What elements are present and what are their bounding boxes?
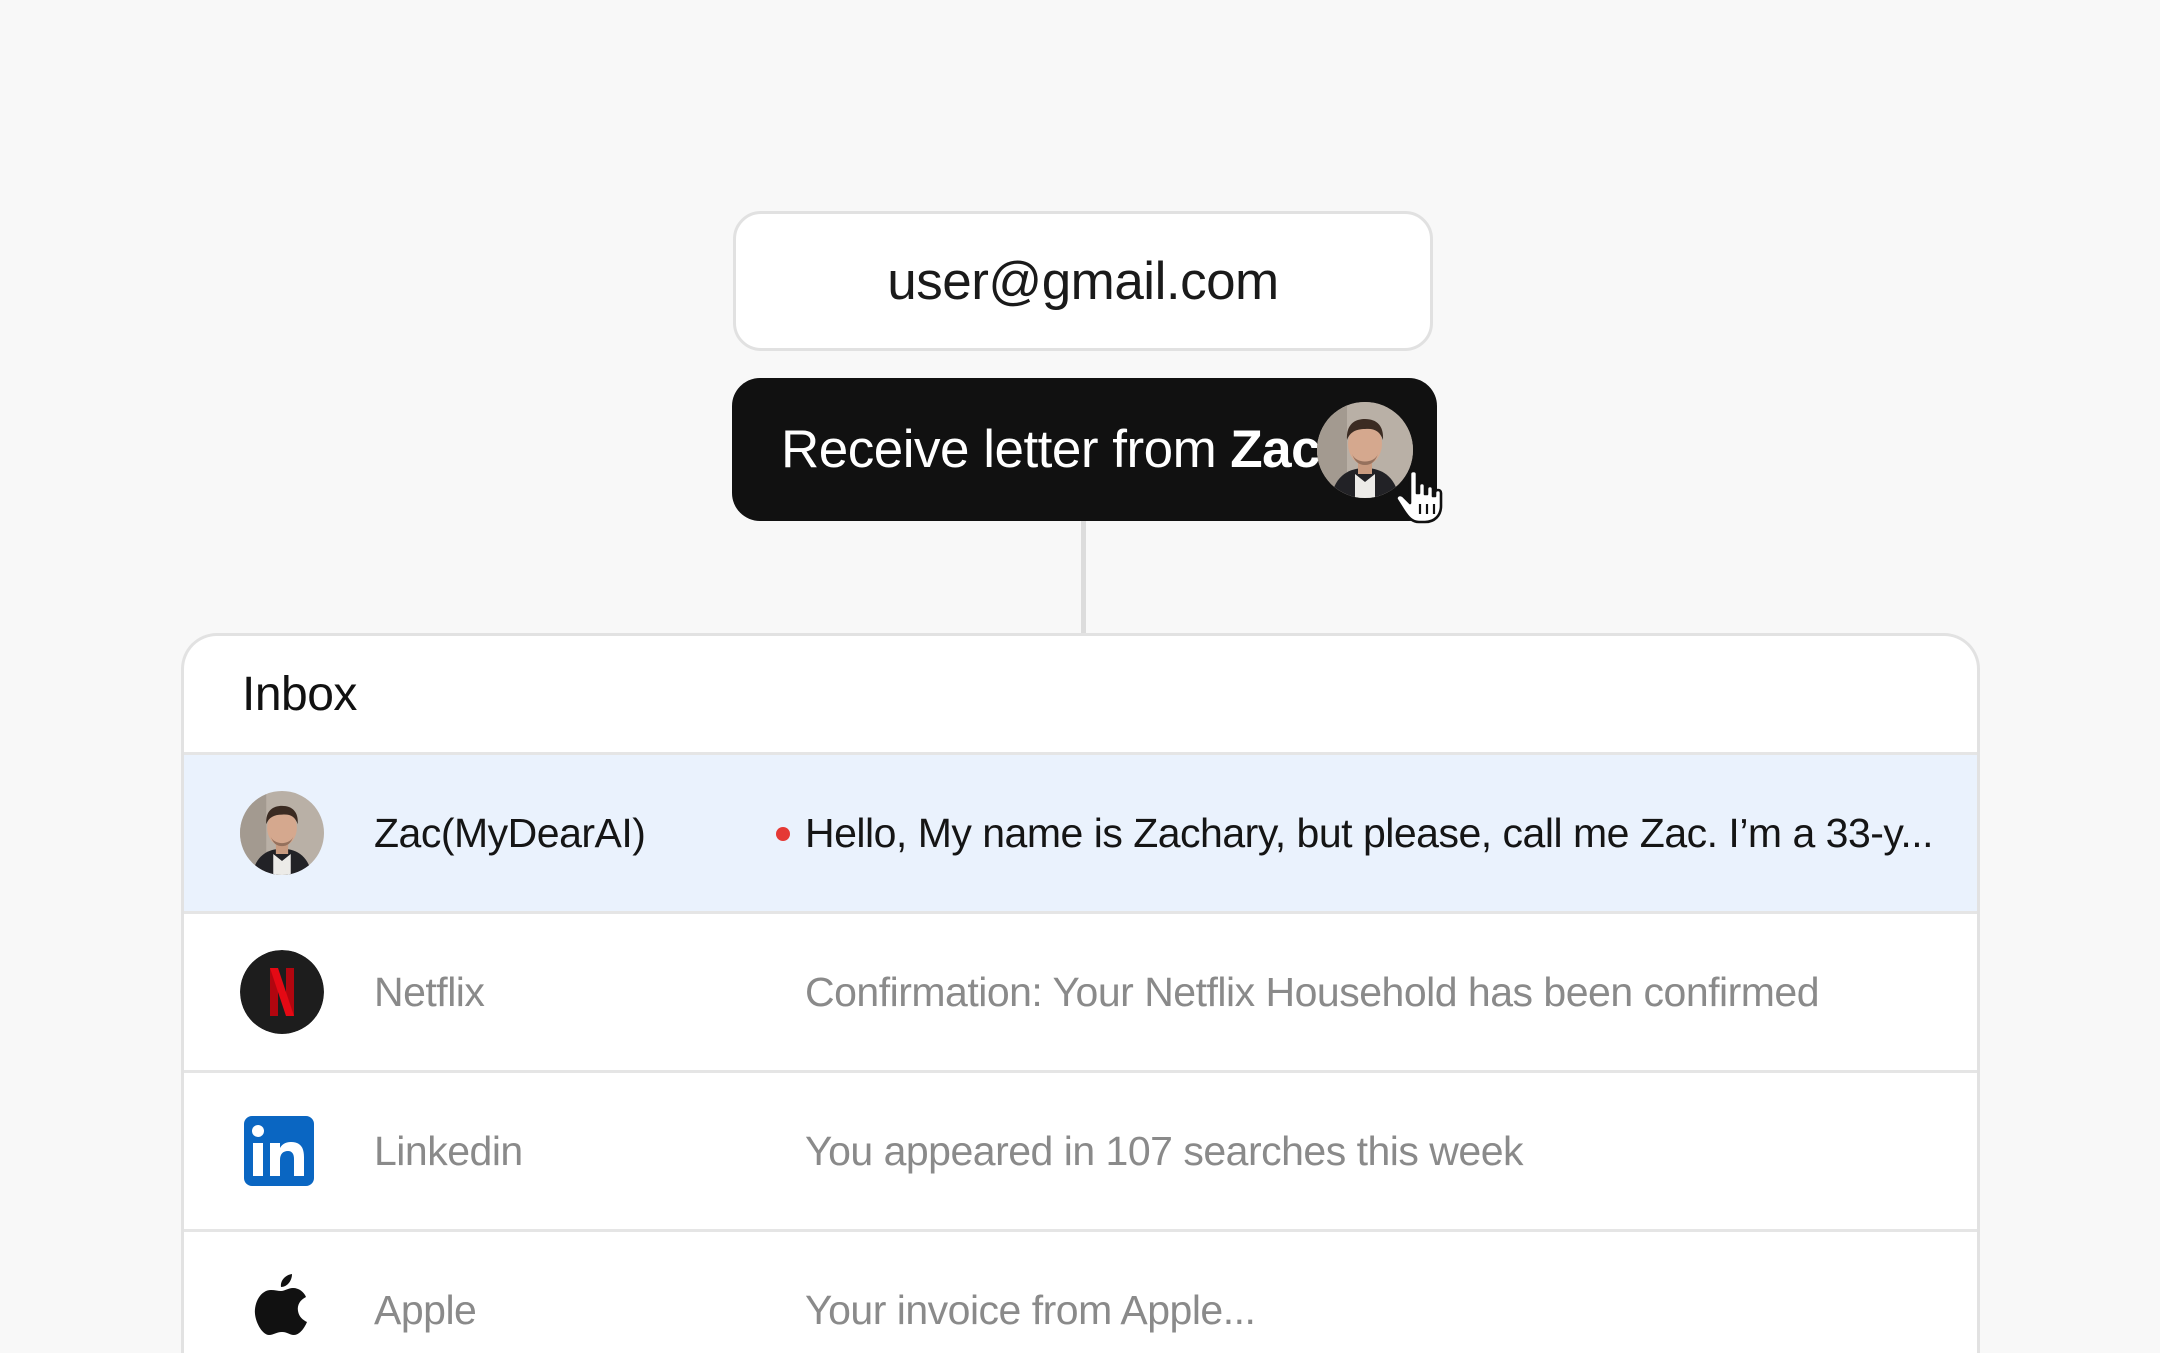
unread-dot-icon (776, 827, 790, 841)
person-avatar-icon (240, 791, 324, 875)
row-preview: You appeared in 107 searches this week (805, 1127, 1524, 1174)
zac-row-avatar (240, 791, 324, 875)
linkedin-logo-icon (244, 1116, 314, 1186)
cta-name-text: Zac (1230, 420, 1321, 479)
receive-letter-button[interactable]: Receive letter from Zac (732, 378, 1443, 524)
hand-pointer-icon (1395, 469, 1443, 524)
netflix-logo-icon (240, 950, 324, 1034)
inbox-row-apple[interactable]: Apple Your invoice from Apple... (184, 1232, 1977, 1353)
inbox-panel: Inbox Zac(MyDearAI) Hello, My name is Za… (181, 633, 1980, 1353)
row-sender: Apple (374, 1286, 477, 1333)
receive-letter-label: Receive letter from Zac (781, 419, 1321, 480)
row-sender: Netflix (374, 968, 485, 1015)
inbox-row-netflix[interactable]: Netflix Confirmation: Your Netflix House… (184, 914, 1977, 1073)
inbox-title: Inbox (184, 636, 1977, 755)
apple-logo-icon (254, 1272, 308, 1336)
connector-line (1081, 521, 1086, 635)
email-field[interactable]: user@gmail.com (733, 211, 1433, 351)
inbox-row-zac[interactable]: Zac(MyDearAI) Hello, My name is Zachary,… (184, 755, 1977, 914)
row-preview: Your invoice from Apple... (805, 1286, 1256, 1333)
row-preview: Hello, My name is Zachary, but please, c… (805, 809, 1934, 856)
row-preview: Confirmation: Your Netflix Household has… (805, 968, 1820, 1015)
row-sender: Zac(MyDearAI) (374, 809, 646, 856)
cta-label-text: Receive letter from (781, 420, 1217, 479)
row-sender: Linkedin (374, 1127, 523, 1174)
inbox-row-linkedin[interactable]: Linkedin You appeared in 107 searches th… (184, 1073, 1977, 1232)
email-value: user@gmail.com (887, 251, 1279, 311)
